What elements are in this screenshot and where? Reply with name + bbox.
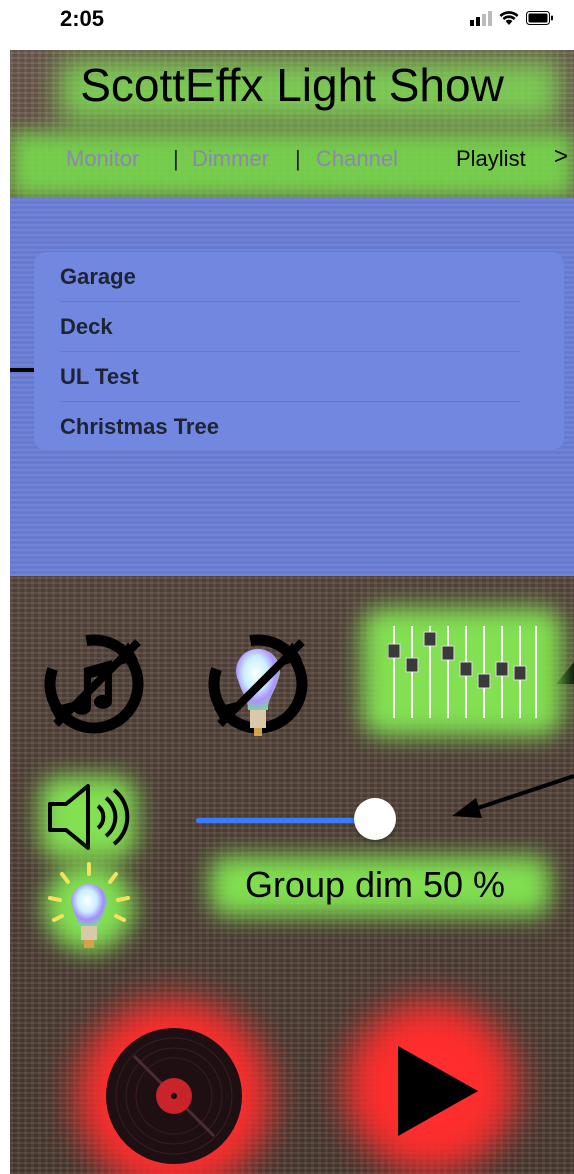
play-icon[interactable]	[392, 1044, 482, 1138]
no-light-repeat-icon[interactable]	[202, 628, 314, 746]
nav-bar: Monitor | Dimmer | Channel Playlist >	[10, 140, 574, 180]
group-dim-slider-track[interactable]	[196, 818, 376, 823]
app-title: ScottEffx Light Show	[80, 59, 504, 111]
playlist-panel: Garage Deck UL Test Christmas Tree	[10, 198, 574, 576]
tab-monitor[interactable]: Monitor	[66, 146, 139, 172]
tab-channel[interactable]: Channel	[316, 146, 398, 172]
tab-dimmer[interactable]: Dimmer	[192, 146, 269, 172]
group-dim-slider-thumb[interactable]	[354, 798, 396, 840]
app-screen: ScottEffx Light Show Monitor | Dimmer | …	[10, 50, 574, 1174]
battery-icon	[526, 11, 553, 25]
playlist-item-garage[interactable]: Garage	[60, 264, 136, 290]
record-disc-icon[interactable]	[104, 1026, 244, 1166]
nav-separator: |	[295, 146, 301, 171]
playlist-item-christmas-tree[interactable]: Christmas Tree	[60, 414, 219, 440]
no-music-repeat-icon[interactable]	[38, 628, 150, 740]
group-dim-label: Group dim 50 %	[244, 864, 506, 905]
playlist-item-ul-test[interactable]: UL Test	[60, 364, 139, 390]
annotation-arrow-slider	[452, 774, 574, 818]
tab-playlist[interactable]: Playlist	[456, 146, 526, 172]
status-time: 2:05	[60, 6, 105, 31]
signal-icon	[470, 11, 492, 26]
group-dim-label-box: Group dim 50 %	[210, 856, 550, 916]
nav-separator: |	[173, 146, 179, 171]
header: ScottEffx Light Show Monitor | Dimmer | …	[10, 50, 574, 200]
chevron-right-icon[interactable]: >	[554, 143, 568, 171]
list-divider	[60, 301, 520, 302]
mixer-faders-icon[interactable]	[388, 622, 540, 722]
playlist-list: Garage Deck UL Test Christmas Tree	[34, 252, 564, 450]
status-bar: 2:05	[0, 0, 574, 46]
speaker-icon[interactable]	[46, 782, 130, 852]
list-divider	[60, 401, 520, 402]
light-bulb-icon[interactable]	[44, 862, 134, 954]
list-divider	[60, 351, 520, 352]
status-icons	[470, 10, 554, 26]
playlist-item-deck[interactable]: Deck	[60, 314, 113, 340]
wifi-icon	[499, 11, 519, 25]
